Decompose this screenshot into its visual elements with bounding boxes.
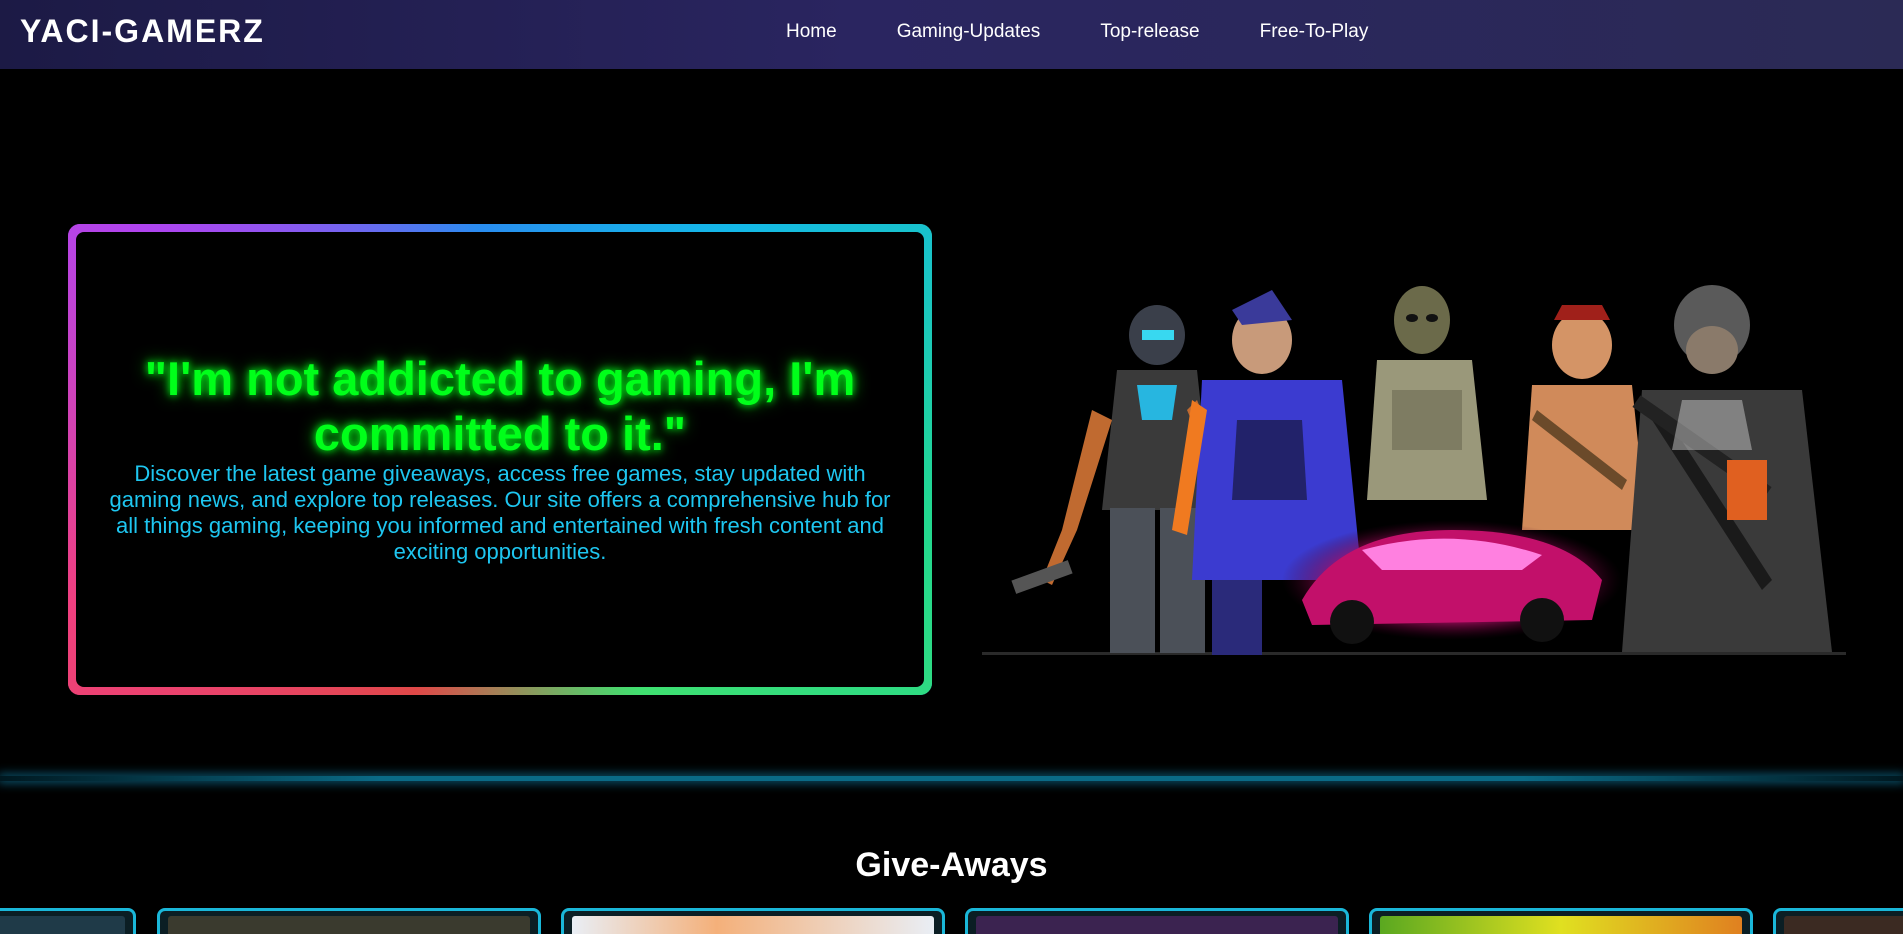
nav-links: Home Gaming-Updates Top-release Free-To-… [786,21,1428,43]
nav-link-free-to-play[interactable]: Free-To-Play [1260,21,1369,43]
hero-quote: "I'm not addicted to gaming, I'm committ… [144,351,856,460]
nav-link-top-release[interactable]: Top-release [1100,21,1199,43]
giveaway-card[interactable] [0,908,136,934]
giveaway-card[interactable] [157,908,541,934]
hero-characters-image [982,285,1846,655]
giveaway-card-thumbnail [0,916,125,934]
giveaway-card-thumbnail [976,916,1338,934]
site-logo[interactable]: YACI-GAMERZ [20,13,265,50]
giveaways-title: Give-Aways [855,846,1048,884]
giveaway-card[interactable] [1369,908,1753,934]
nav-link-home[interactable]: Home [786,21,837,43]
hero-card-inner: "I'm not addicted to gaming, I'm committ… [76,232,924,687]
giveaways-carousel[interactable] [0,908,1903,934]
giveaway-card[interactable] [965,908,1349,934]
top-navbar: YACI-GAMERZ Home Gaming-Updates Top-rele… [0,0,1903,69]
giveaway-card-thumbnail [1380,916,1742,934]
giveaway-card-thumbnail [168,916,530,934]
giveaway-card[interactable] [561,908,945,934]
section-divider [0,776,1903,781]
giveaway-card[interactable] [1773,908,1903,934]
giveaway-card-thumbnail [1784,916,1903,934]
giveaway-card-thumbnail [572,916,934,934]
hero-description: Discover the latest game giveaways, acce… [109,460,891,564]
nav-link-gaming-updates[interactable]: Gaming-Updates [897,21,1041,43]
hero-quote-card: "I'm not addicted to gaming, I'm committ… [68,224,932,695]
